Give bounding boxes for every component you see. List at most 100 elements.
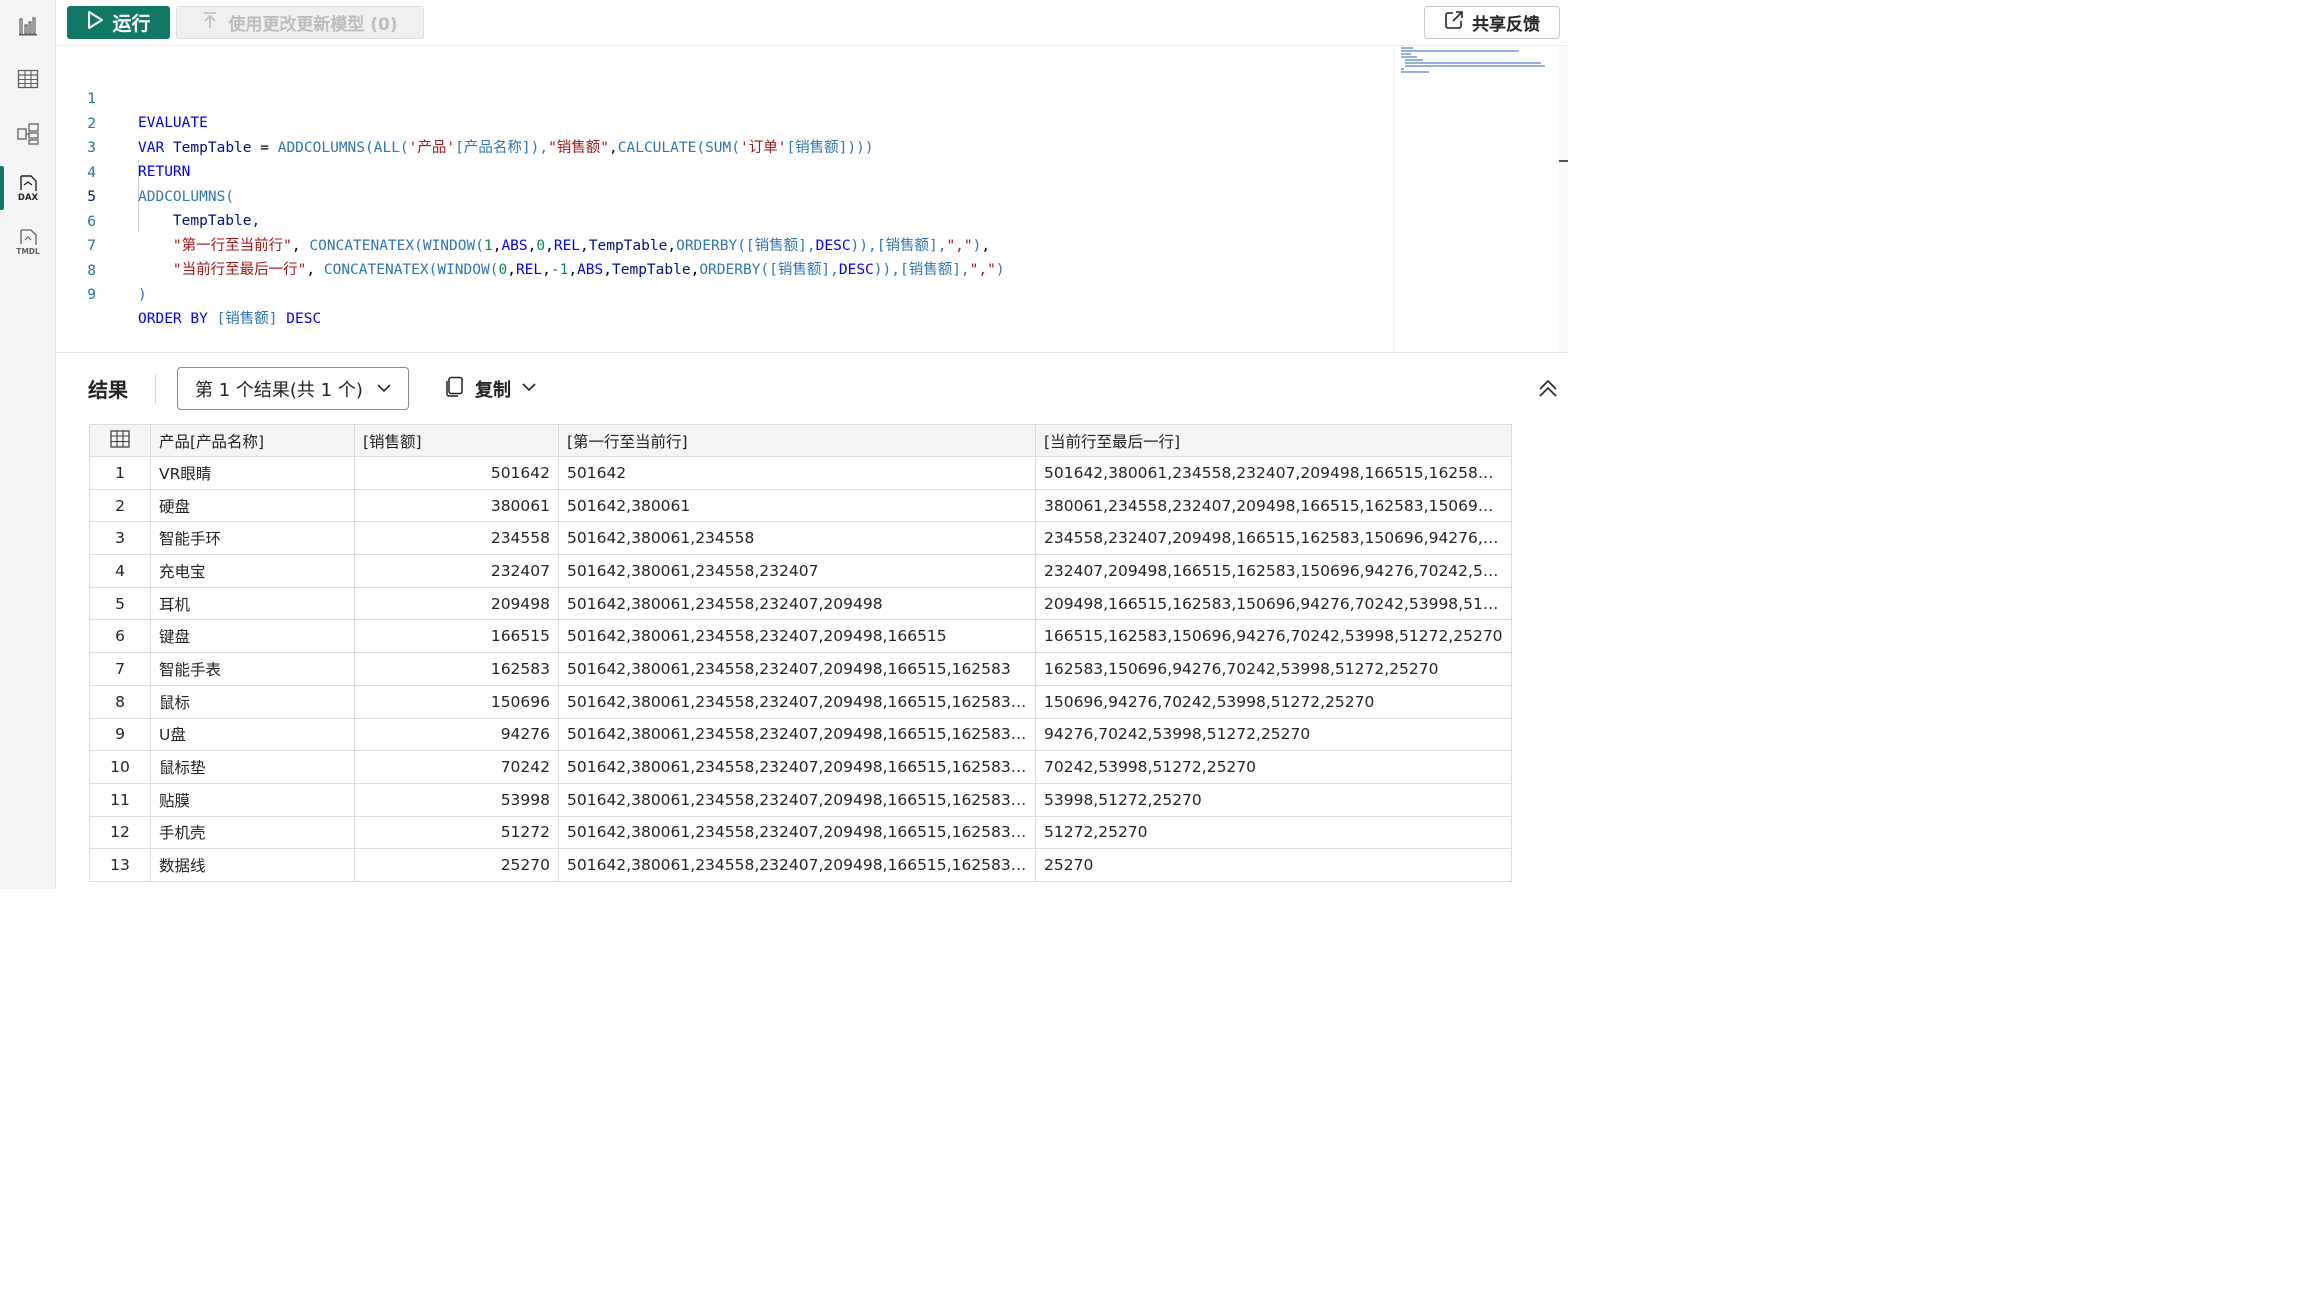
current-to-last-cell[interactable]: 150696,94276,70242,53998,51272,25270 (1035, 684, 1512, 719)
table-row[interactable]: 9 U盘 94276 501642,380061,234558,232407,2094… (89, 717, 1512, 752)
code-line[interactable]: 3 RETURN (56, 112, 1386, 180)
first-to-current-cell[interactable]: 501642,380061,234558,232407,209498,16651… (558, 750, 1036, 784)
product-name-cell[interactable]: 鼠标 (150, 684, 355, 719)
current-to-last-cell[interactable]: 232407,209498,166515,162583,150696,94276… (1035, 554, 1512, 588)
row-index-cell[interactable]: 6 (89, 619, 151, 654)
sales-cell[interactable]: 150696 (354, 684, 559, 719)
product-name-cell[interactable]: 贴膜 (150, 782, 355, 817)
current-to-last-cell[interactable]: 380061,234558,232407,209498,166515,16258… (1035, 488, 1512, 523)
rail-item-model-view[interactable] (0, 108, 56, 160)
row-index-cell[interactable]: 12 (89, 815, 151, 850)
first-to-current-cell[interactable]: 501642,380061,234558,232407,209498,16651… (558, 815, 1036, 850)
sales-cell[interactable]: 162583 (354, 652, 559, 686)
code-line[interactable]: 7 "当前行至最后一行", CONCATENATEX(WINDOW(0,REL,… (56, 210, 1386, 278)
sales-cell[interactable]: 94276 (354, 717, 559, 752)
sales-cell[interactable]: 380061 (354, 488, 559, 523)
sales-cell[interactable]: 53998 (354, 782, 559, 817)
code-line[interactable]: 1 EVALUATE (56, 63, 1386, 131)
row-index-cell[interactable]: 2 (89, 488, 151, 523)
column-header-sales[interactable]: [销售额] (354, 424, 559, 457)
row-index-cell[interactable]: 10 (89, 750, 151, 784)
row-index-cell[interactable]: 7 (89, 652, 151, 686)
rail-item-table-view[interactable] (0, 53, 56, 105)
rail-item-report-view[interactable] (0, 0, 56, 52)
run-button[interactable]: 运行 (67, 6, 170, 39)
copy-button[interactable]: 复制 (445, 375, 537, 403)
table-row[interactable]: 7 智能手表 162583 501642,380061,234558,232407,2… (89, 652, 1512, 686)
first-to-current-cell[interactable]: 501642,380061,234558,232407,209498 (558, 586, 1036, 621)
product-name-cell[interactable]: VR眼睛 (150, 456, 355, 490)
table-row[interactable]: 4 充电宝 232407 501642,380061,234558,232407 232… (89, 554, 1512, 588)
editor-scrollbar[interactable] (1558, 47, 1568, 352)
table-row[interactable]: 2 硬盘 380061 501642,380061 380061,234558,2324… (89, 488, 1512, 523)
editor-minimap[interactable] (1394, 47, 1558, 352)
product-name-cell[interactable]: 硬盘 (150, 488, 355, 523)
first-to-current-cell[interactable]: 501642,380061,234558,232407,209498,16651… (558, 717, 1036, 752)
current-to-last-cell[interactable]: 501642,380061,234558,232407,209498,16651… (1035, 456, 1512, 490)
current-to-last-cell[interactable]: 25270 (1035, 848, 1512, 882)
first-to-current-cell[interactable]: 501642 (558, 456, 1036, 490)
current-to-last-cell[interactable]: 51272,25270 (1035, 815, 1512, 850)
row-index-cell[interactable]: 4 (89, 554, 151, 588)
product-name-cell[interactable]: 智能手表 (150, 652, 355, 686)
row-index-cell[interactable]: 1 (89, 456, 151, 490)
product-name-cell[interactable]: 鼠标垫 (150, 750, 355, 784)
pane-splitter[interactable] (56, 352, 1568, 353)
rail-item-dax-query-view[interactable]: DAX (0, 162, 56, 214)
rail-item-tmdl-view[interactable]: TMDL (0, 216, 56, 268)
row-index-cell[interactable]: 11 (89, 782, 151, 817)
code-line[interactable]: 5 TempTable, (56, 161, 1386, 229)
table-row[interactable]: 12 手机壳 51272 501642,380061,234558,232407,20… (89, 815, 1512, 850)
table-row[interactable]: 6 键盘 166515 501642,380061,234558,232407,209… (89, 619, 1512, 654)
table-row[interactable]: 13 数据线 25270 501642,380061,234558,232407,20… (89, 848, 1512, 882)
current-to-last-cell[interactable]: 94276,70242,53998,51272,25270 (1035, 717, 1512, 752)
current-to-last-cell[interactable]: 234558,232407,209498,166515,162583,15069… (1035, 521, 1512, 556)
first-to-current-cell[interactable]: 501642,380061,234558,232407,209498,16651… (558, 848, 1036, 882)
current-to-last-cell[interactable]: 53998,51272,25270 (1035, 782, 1512, 817)
row-index-cell[interactable]: 8 (89, 684, 151, 719)
update-model-button[interactable]: 使用更改更新模型 (0) (176, 6, 424, 39)
first-to-current-cell[interactable]: 501642,380061,234558,232407,209498,16651… (558, 652, 1036, 686)
result-set-selector[interactable]: 第 1 个结果(共 1 个) (177, 367, 409, 410)
first-to-current-cell[interactable]: 501642,380061,234558 (558, 521, 1036, 556)
sales-cell[interactable]: 166515 (354, 619, 559, 654)
sales-cell[interactable]: 501642 (354, 456, 559, 490)
first-to-current-cell[interactable]: 501642,380061,234558,232407,209498,16651… (558, 684, 1036, 719)
row-index-cell[interactable]: 13 (89, 848, 151, 882)
current-to-last-cell[interactable]: 70242,53998,51272,25270 (1035, 750, 1512, 784)
sales-cell[interactable]: 209498 (354, 586, 559, 621)
sales-cell[interactable]: 70242 (354, 750, 559, 784)
first-to-current-cell[interactable]: 501642,380061,234558,232407 (558, 554, 1036, 588)
table-row[interactable]: 11 贴膜 53998 501642,380061,234558,232407,209… (89, 782, 1512, 817)
sales-cell[interactable]: 51272 (354, 815, 559, 850)
current-to-last-cell[interactable]: 162583,150696,94276,70242,53998,51272,25… (1035, 652, 1512, 686)
product-name-cell[interactable]: 键盘 (150, 619, 355, 654)
current-to-last-cell[interactable]: 166515,162583,150696,94276,70242,53998,5… (1035, 619, 1512, 654)
product-name-cell[interactable]: U盘 (150, 717, 355, 752)
product-name-cell[interactable]: 数据线 (150, 848, 355, 882)
current-to-last-cell[interactable]: 209498,166515,162583,150696,94276,70242,… (1035, 586, 1512, 621)
column-header-product-name[interactable]: 产品[产品名称] (150, 424, 355, 457)
code-line[interactable]: 6 "第一行至当前行", CONCATENATEX(WINDOW(1,ABS,0… (56, 186, 1386, 254)
code-line[interactable]: 4 ADDCOLUMNS( (56, 137, 1386, 205)
row-index-cell[interactable]: 9 (89, 717, 151, 752)
product-name-cell[interactable]: 耳机 (150, 586, 355, 621)
table-row[interactable]: 5 耳机 209498 501642,380061,234558,232407,209… (89, 586, 1512, 621)
column-header-current-to-last[interactable]: [当前行至最后一行] (1035, 424, 1512, 457)
share-feedback-button[interactable]: 共享反馈 (1424, 6, 1560, 39)
sales-cell[interactable]: 232407 (354, 554, 559, 588)
dax-code-editor[interactable]: 1 EVALUATE 2 VAR TempTable = ADDCOLUMNS(… (56, 47, 1394, 352)
first-to-current-cell[interactable]: 501642,380061,234558,232407,209498,16651… (558, 782, 1036, 817)
code-line[interactable]: 2 VAR TempTable = ADDCOLUMNS(ALL('产品'[产品… (56, 88, 1386, 156)
product-name-cell[interactable]: 充电宝 (150, 554, 355, 588)
table-row[interactable]: 1 VR眼睛 501642 501642 501642,380061,234558,23… (89, 456, 1512, 490)
collapse-results-button[interactable] (1537, 378, 1559, 400)
first-to-current-cell[interactable]: 501642,380061 (558, 488, 1036, 523)
table-row[interactable]: 10 鼠标垫 70242 501642,380061,234558,232407,20… (89, 750, 1512, 784)
select-all-cell[interactable] (89, 424, 151, 457)
sales-cell[interactable]: 25270 (354, 848, 559, 882)
sales-cell[interactable]: 234558 (354, 521, 559, 556)
first-to-current-cell[interactable]: 501642,380061,234558,232407,209498,16651… (558, 619, 1036, 654)
table-row[interactable]: 8 鼠标 150696 501642,380061,234558,232407,209… (89, 684, 1512, 719)
row-index-cell[interactable]: 3 (89, 521, 151, 556)
